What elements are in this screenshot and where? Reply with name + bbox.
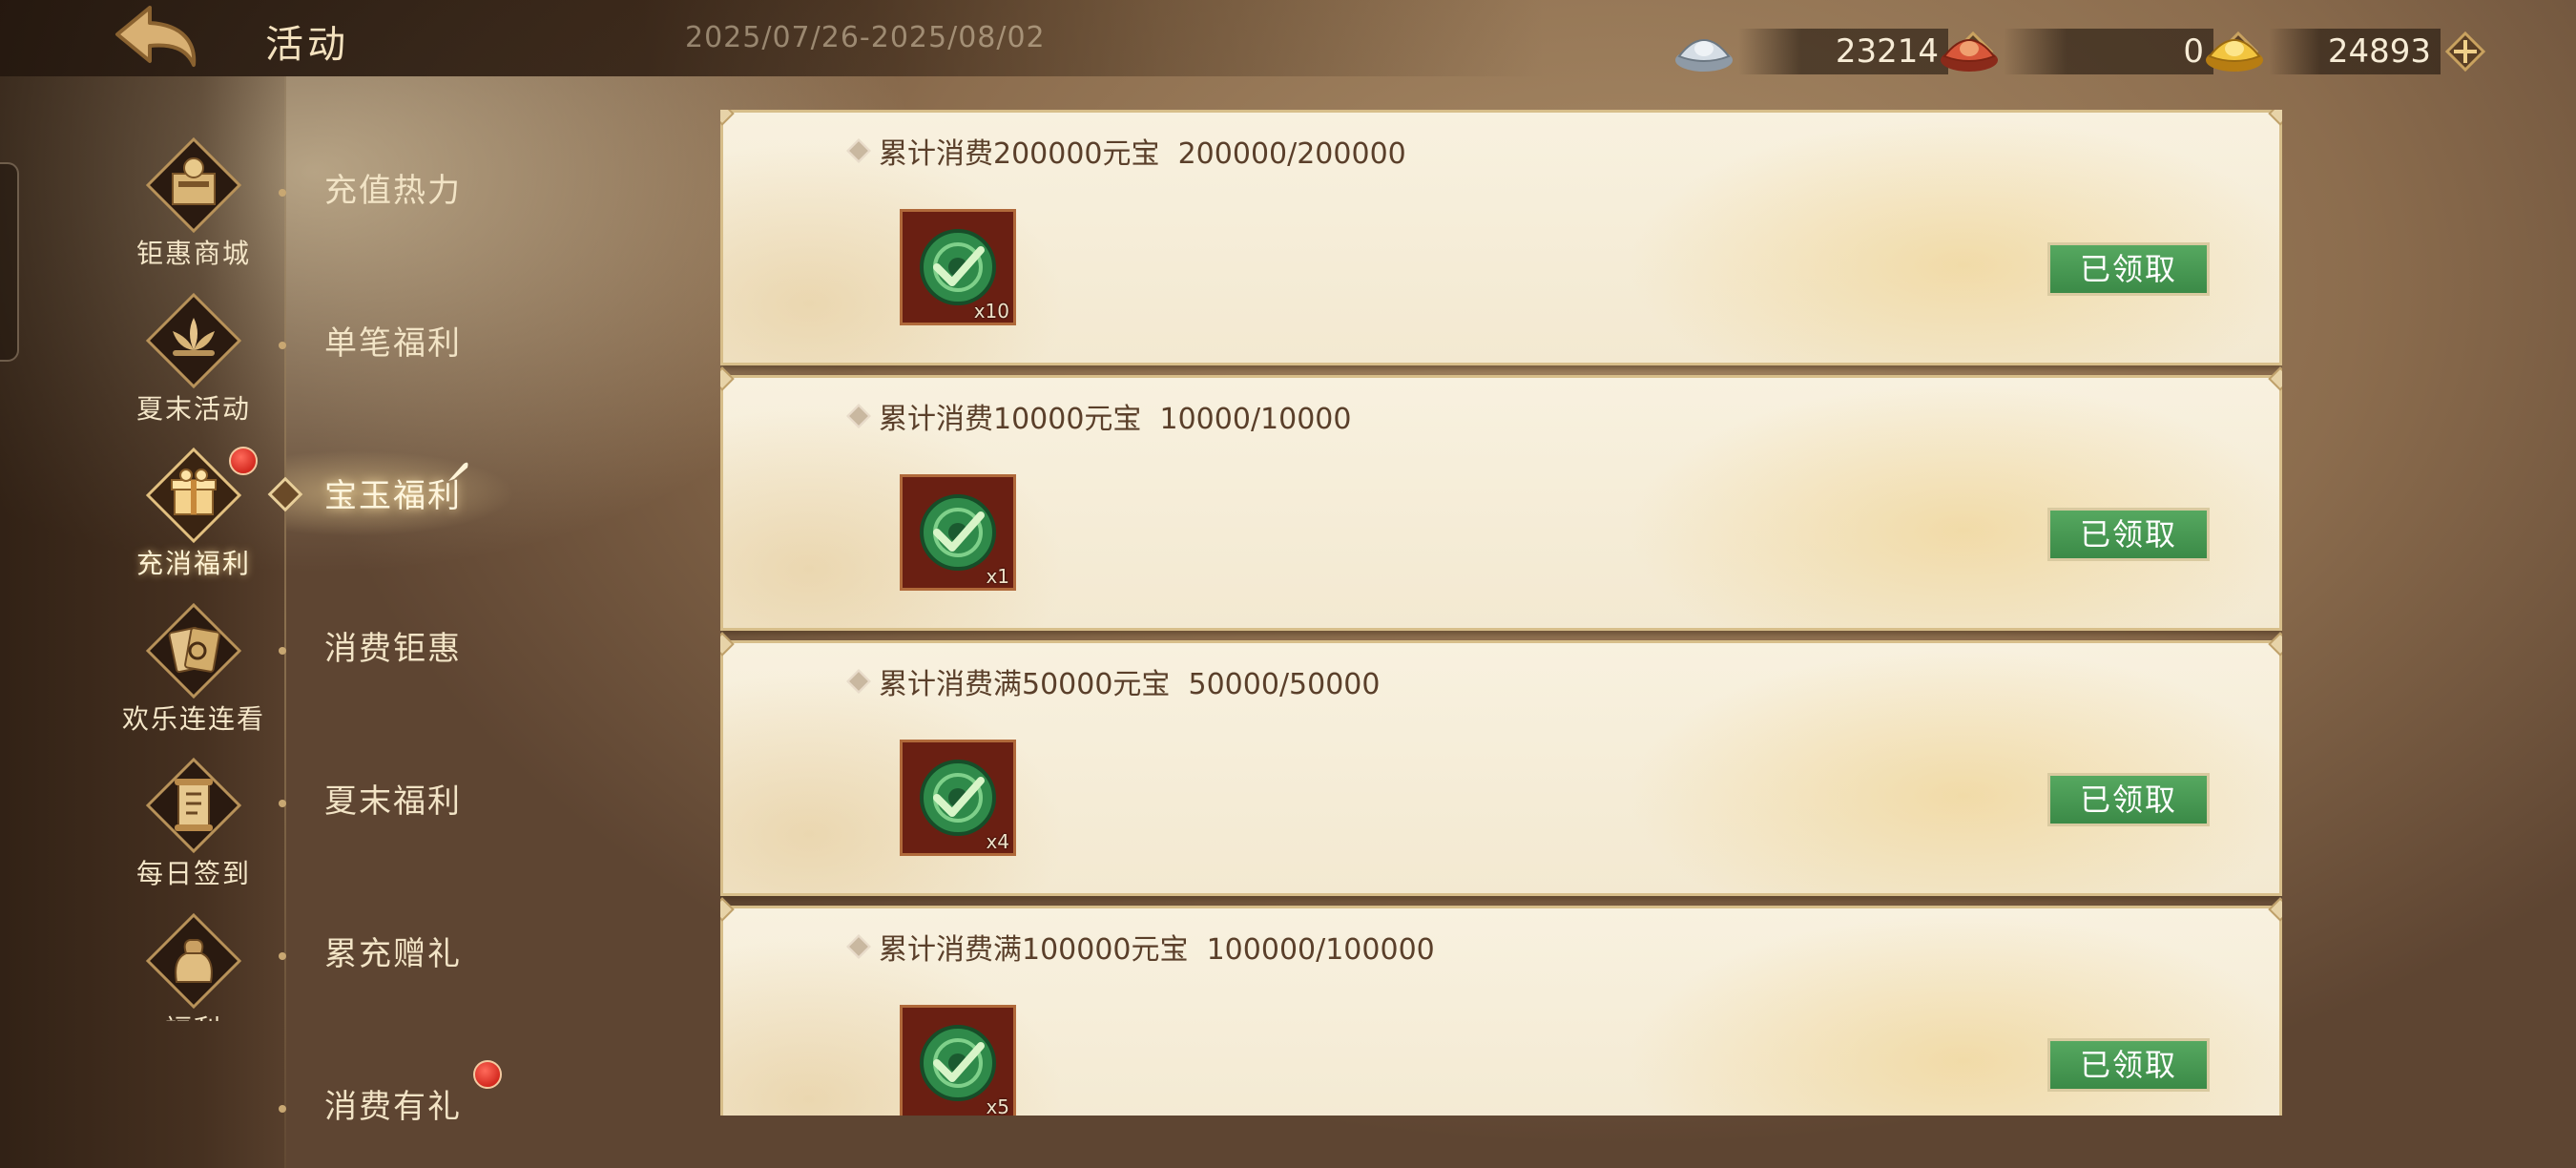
reward-quantity: x10	[973, 300, 1009, 323]
subnav-item-jade-welfare[interactable]: 宝玉福利	[324, 468, 462, 525]
task-title-text: 累计消费200000元宝 200000/200000	[879, 137, 1406, 171]
bag-icon	[144, 911, 243, 1011]
currency-gold: 24893	[2200, 21, 2490, 82]
subnav-divider	[284, 76, 286, 1168]
category-label: 福利	[165, 1009, 222, 1021]
category-label: 夏末活动	[135, 393, 251, 425]
task-card: 累计消费10000元宝 10000/10000 x1 已领取	[720, 375, 2282, 631]
cards-icon	[144, 601, 243, 700]
diamond-bullet-icon	[846, 934, 871, 959]
category-link-game[interactable]: 欢乐连连看	[113, 601, 275, 744]
reward-item[interactable]: x5	[900, 1005, 1016, 1116]
subnav-item-cumulative-gift[interactable]: 累充赠礼	[324, 926, 462, 983]
category-summer-event[interactable]: 夏末活动	[113, 291, 275, 434]
task-title-text: 累计消费满100000元宝 100000/100000	[879, 933, 1435, 967]
scroll-icon	[144, 756, 243, 855]
subnav-dot	[279, 952, 286, 960]
claimed-button[interactable]: 已领取	[2047, 1038, 2210, 1092]
task-card: 累计消费满100000元宝 100000/100000 x5 已领取	[720, 906, 2282, 1116]
add-gold-button[interactable]	[2441, 27, 2490, 76]
red-ingot-icon	[1935, 25, 2004, 78]
sidebar-edge-tab[interactable]	[0, 162, 19, 362]
date-range: 2025/07/26-2025/08/02	[685, 21, 1046, 54]
diamond-bullet-icon	[846, 404, 871, 428]
task-title: 累计消费满100000元宝 100000/100000	[846, 926, 1435, 968]
subnav-dot	[279, 342, 286, 349]
task-title: 累计消费200000元宝 200000/200000	[846, 130, 1406, 172]
task-title-text: 累计消费10000元宝 10000/10000	[879, 403, 1352, 436]
subnav-dot	[279, 1105, 286, 1113]
subnav-item-summer-welfare[interactable]: 夏末福利	[324, 773, 462, 830]
category-label: 钜惠商城	[135, 238, 251, 269]
subnav-item-recharge-heat[interactable]: 充值热力	[324, 162, 462, 219]
notification-badge	[229, 447, 258, 475]
reward-item[interactable]: x1	[900, 474, 1016, 591]
claimed-button[interactable]: 已领取	[2047, 242, 2210, 296]
reward-item[interactable]: x4	[900, 740, 1016, 856]
reward-item[interactable]: x10	[900, 209, 1016, 325]
subnav-item-single-welfare[interactable]: 单笔福利	[324, 315, 462, 372]
subnav-dot	[279, 647, 286, 655]
category-mall[interactable]: 钜惠商城	[113, 136, 275, 279]
red-value: 0	[2004, 29, 2213, 74]
reward-quantity: x1	[986, 565, 1009, 588]
subnav-item-consume-gift[interactable]: 消费有礼	[324, 1078, 462, 1136]
back-button[interactable]	[107, 0, 212, 76]
jade-token-icon	[920, 760, 996, 836]
claimed-button[interactable]: 已领取	[2047, 508, 2210, 561]
back-arrow-icon	[115, 6, 197, 67]
claimed-button[interactable]: 已领取	[2047, 773, 2210, 826]
reward-quantity: x5	[986, 1095, 1009, 1116]
task-list[interactable]: 累计消费200000元宝 200000/200000 x10 已领取 累计消费1…	[720, 110, 2282, 1116]
task-title: 累计消费满50000元宝 50000/50000	[846, 660, 1381, 702]
lotus-icon	[144, 291, 243, 390]
gold-ingot-icon	[2200, 25, 2269, 78]
silver-value: 23214	[1738, 29, 1948, 74]
jade-token-icon	[920, 1025, 996, 1101]
subnav-dot	[279, 800, 286, 807]
plus-icon	[2444, 31, 2486, 73]
category-label: 欢乐连连看	[121, 703, 265, 735]
gold-value: 24893	[2269, 29, 2441, 74]
diamond-bullet-icon	[846, 669, 871, 694]
subnav-dot	[279, 189, 286, 197]
diamond-bullet-icon	[846, 138, 871, 163]
category-welfare[interactable]: 福利	[113, 911, 275, 1021]
jade-token-icon	[920, 494, 996, 571]
mall-icon	[144, 136, 243, 235]
category-label: 充消福利	[135, 548, 251, 579]
feather-icon	[445, 458, 471, 489]
task-title: 累计消费10000元宝 10000/10000	[846, 395, 1352, 437]
category-daily-signin[interactable]: 每日签到	[113, 756, 275, 899]
task-title-text: 累计消费满50000元宝 50000/50000	[879, 668, 1381, 701]
page-title: 活动	[265, 23, 349, 67]
task-card: 累计消费满50000元宝 50000/50000 x4 已领取	[720, 640, 2282, 896]
jade-token-icon	[920, 229, 996, 305]
reward-quantity: x4	[986, 830, 1009, 853]
silver-ingot-icon	[1670, 25, 1738, 78]
notification-badge	[473, 1060, 502, 1089]
task-card: 累计消费200000元宝 200000/200000 x10 已领取	[720, 110, 2282, 365]
subnav-item-consume-deal[interactable]: 消费钜惠	[324, 620, 462, 678]
category-label: 每日签到	[135, 858, 251, 889]
